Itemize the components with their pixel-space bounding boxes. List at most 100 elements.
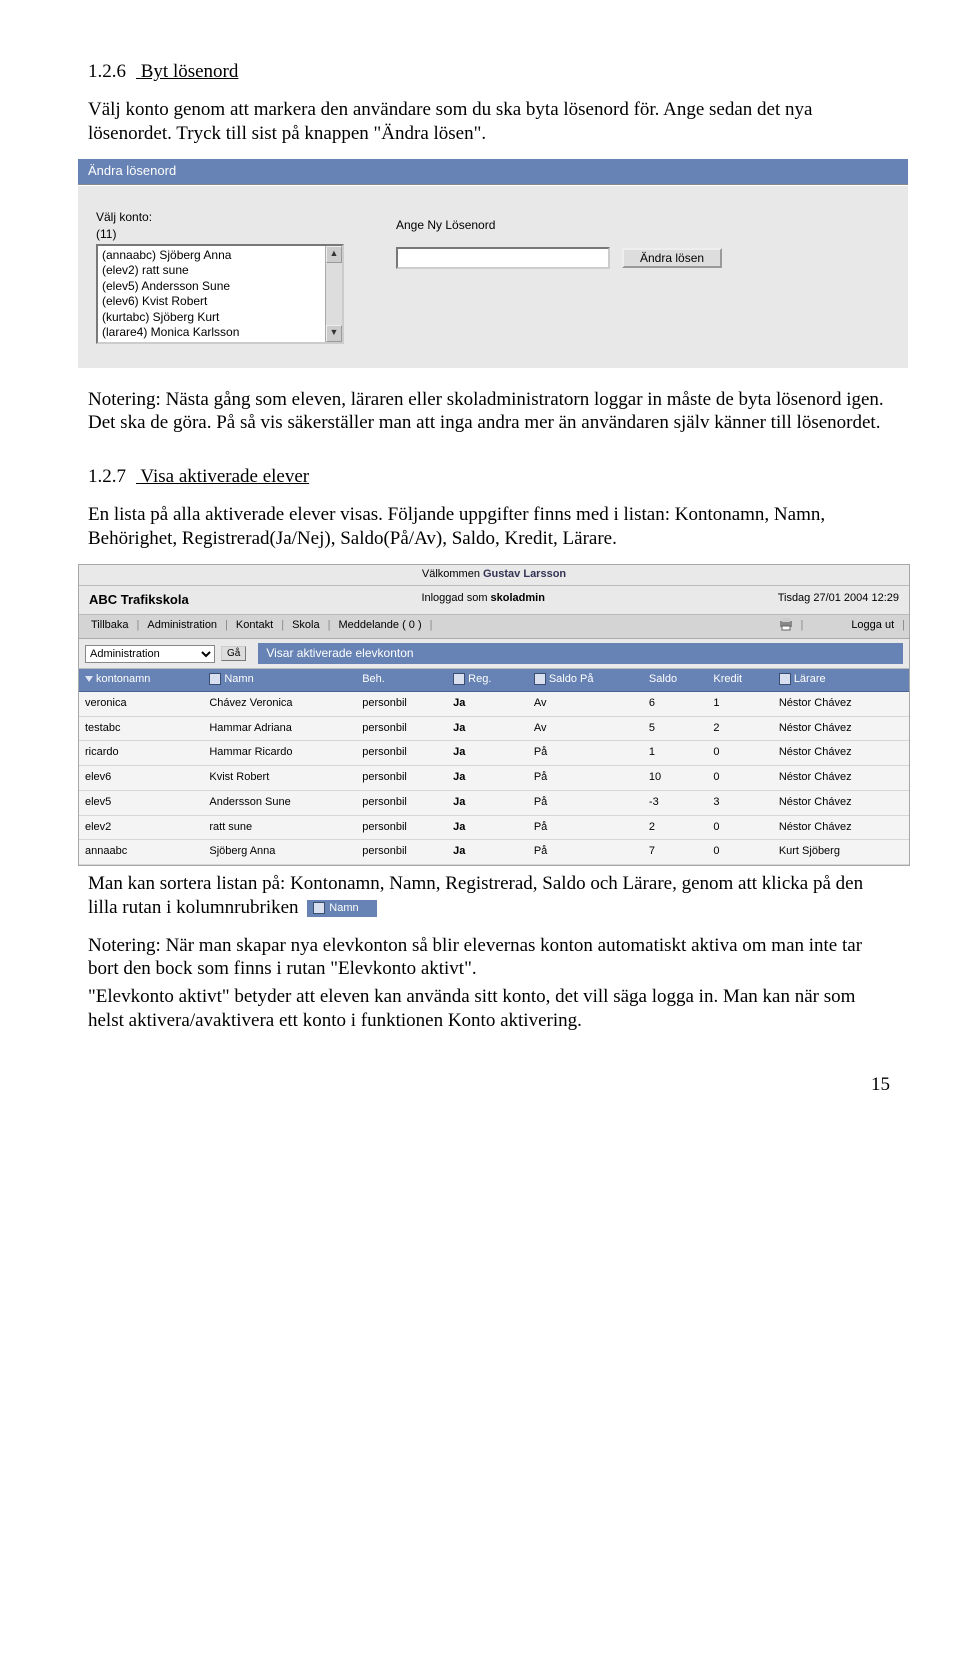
nav-logout[interactable]: Logga ut bbox=[843, 615, 902, 638]
change-password-button[interactable]: Ändra lösen bbox=[622, 248, 722, 268]
scroll-up-icon[interactable]: ▲ bbox=[326, 246, 342, 263]
listbox-option[interactable]: (elev6) Kvist Robert bbox=[102, 294, 342, 310]
body-text: Man kan sortera listan på: Kontonamn, Na… bbox=[88, 872, 890, 920]
nav-dropdown[interactable]: Administration bbox=[85, 645, 215, 663]
nav-item[interactable]: Kontakt bbox=[228, 615, 281, 638]
sort-box-icon[interactable] bbox=[779, 673, 791, 685]
body-text: "Elevkonto aktivt" betyder att eleven ka… bbox=[88, 985, 890, 1033]
new-password-input[interactable] bbox=[396, 247, 610, 269]
students-table: kontonamnNamnBeh.Reg.Saldo PåSaldoKredit… bbox=[79, 669, 909, 865]
table-cell: testabc bbox=[79, 716, 203, 741]
section-number: 1.2.7 bbox=[88, 465, 126, 489]
table-cell: Néstor Chávez bbox=[773, 741, 909, 766]
table-cell: 2 bbox=[707, 716, 772, 741]
body-text: Välj konto genom att markera den använda… bbox=[88, 98, 890, 146]
column-header[interactable]: Lärare bbox=[773, 669, 909, 691]
table-cell: 2 bbox=[643, 815, 707, 840]
brand-name: ABC Trafikskola bbox=[89, 592, 189, 608]
table-cell: Ja bbox=[447, 766, 528, 791]
print-icon[interactable] bbox=[772, 615, 800, 638]
table-cell: 0 bbox=[707, 815, 772, 840]
table-cell: elev5 bbox=[79, 790, 203, 815]
listbox-option[interactable]: (annaabc) Sjöberg Anna bbox=[102, 248, 342, 264]
table-cell: Av bbox=[528, 691, 643, 716]
table-cell: På bbox=[528, 766, 643, 791]
table-cell: Néstor Chávez bbox=[773, 766, 909, 791]
table-cell: -3 bbox=[643, 790, 707, 815]
listbox-option[interactable]: (elev5) Andersson Sune bbox=[102, 279, 342, 295]
table-cell: 1 bbox=[707, 691, 772, 716]
table-cell: personbil bbox=[356, 840, 447, 865]
listbox-option[interactable]: (larare4) Monica Karlsson bbox=[102, 325, 342, 341]
sort-chevron-icon[interactable] bbox=[85, 676, 93, 682]
table-cell: 5 bbox=[643, 716, 707, 741]
section-title: Visa aktiverade elever bbox=[140, 466, 309, 487]
table-cell: Ja bbox=[447, 815, 528, 840]
table-cell: På bbox=[528, 741, 643, 766]
table-cell: personbil bbox=[356, 815, 447, 840]
welcome-username: Gustav Larsson bbox=[483, 568, 566, 580]
table-cell: 1 bbox=[643, 741, 707, 766]
table-cell: ratt sune bbox=[203, 815, 356, 840]
account-listbox[interactable]: (annaabc) Sjöberg Anna(elev2) ratt sune(… bbox=[96, 244, 344, 344]
welcome-bar: Välkommen Gustav Larsson bbox=[79, 565, 909, 586]
column-header: Saldo bbox=[643, 669, 707, 691]
scrollbar[interactable]: ▲ ▼ bbox=[325, 246, 342, 342]
table-cell: Ja bbox=[447, 741, 528, 766]
sort-box-icon[interactable] bbox=[209, 673, 221, 685]
nav-item[interactable]: Administration bbox=[139, 615, 225, 638]
table-cell: 6 bbox=[643, 691, 707, 716]
nav-item[interactable]: Meddelande ( 0 ) bbox=[330, 615, 429, 638]
table-cell: På bbox=[528, 790, 643, 815]
table-cell: 7 bbox=[643, 840, 707, 865]
table-row: testabcHammar AdrianapersonbilJaAv52Nést… bbox=[79, 716, 909, 741]
table-cell: På bbox=[528, 840, 643, 865]
table-row: elev5Andersson SunepersonbilJaPå-33Nésto… bbox=[79, 790, 909, 815]
table-cell: personbil bbox=[356, 790, 447, 815]
scroll-down-icon[interactable]: ▼ bbox=[326, 325, 342, 342]
table-cell: Andersson Sune bbox=[203, 790, 356, 815]
column-header[interactable]: Namn bbox=[203, 669, 356, 691]
table-cell: Hammar Ricardo bbox=[203, 741, 356, 766]
view-caption: Visar aktiverade elevkonton bbox=[258, 643, 903, 664]
table-row: annaabcSjöberg AnnapersonbilJaPå70Kurt S… bbox=[79, 840, 909, 865]
table-cell: ricardo bbox=[79, 741, 203, 766]
table-cell: Ja bbox=[447, 716, 528, 741]
table-row: ricardoHammar RicardopersonbilJaPå10Nést… bbox=[79, 741, 909, 766]
section-title: Byt lösenord bbox=[141, 61, 239, 82]
sort-box-icon[interactable] bbox=[534, 673, 546, 685]
table-cell: 0 bbox=[707, 840, 772, 865]
nav-item[interactable]: Tillbaka bbox=[83, 615, 137, 638]
section-heading: 1.2.7 Visa aktiverade elever bbox=[88, 465, 890, 489]
table-cell: 10 bbox=[643, 766, 707, 791]
column-header[interactable]: Reg. bbox=[447, 669, 528, 691]
sort-box-icon[interactable] bbox=[313, 902, 325, 914]
table-row: veronicaChávez VeronicapersonbilJaAv61Né… bbox=[79, 691, 909, 716]
table-cell: personbil bbox=[356, 766, 447, 791]
column-header[interactable]: kontonamn bbox=[79, 669, 203, 691]
listbox-option[interactable]: (elev2) ratt sune bbox=[102, 263, 342, 279]
table-cell: Néstor Chávez bbox=[773, 790, 909, 815]
table-cell: elev2 bbox=[79, 815, 203, 840]
screenshot-activated-students: Välkommen Gustav Larsson ABC Trafikskola… bbox=[78, 564, 910, 866]
account-count: (11) bbox=[96, 227, 356, 242]
sort-box-icon[interactable] bbox=[453, 673, 465, 685]
table-cell: Chávez Veronica bbox=[203, 691, 356, 716]
body-text: En lista på alla aktiverade elever visas… bbox=[88, 503, 890, 551]
column-header[interactable]: Saldo På bbox=[528, 669, 643, 691]
table-cell: 0 bbox=[707, 766, 772, 791]
logged-in-as: Inloggad som skoladmin bbox=[421, 592, 545, 608]
new-password-label: Ange Ny Lösenord bbox=[396, 218, 495, 233]
page-number: 15 bbox=[88, 1073, 890, 1097]
column-header: Beh. bbox=[356, 669, 447, 691]
column-header-chip[interactable]: Namn bbox=[307, 900, 376, 918]
listbox-option[interactable]: (kurtabc) Sjöberg Kurt bbox=[102, 310, 342, 326]
table-row: elev6Kvist RobertpersonbilJaPå100Néstor … bbox=[79, 766, 909, 791]
body-text: Notering: Nästa gång som eleven, läraren… bbox=[88, 388, 890, 436]
go-button[interactable]: Gå bbox=[221, 646, 246, 661]
table-cell: elev6 bbox=[79, 766, 203, 791]
nav-item[interactable]: Skola bbox=[284, 615, 328, 638]
table-cell: Hammar Adriana bbox=[203, 716, 356, 741]
column-header: Kredit bbox=[707, 669, 772, 691]
table-cell: Av bbox=[528, 716, 643, 741]
